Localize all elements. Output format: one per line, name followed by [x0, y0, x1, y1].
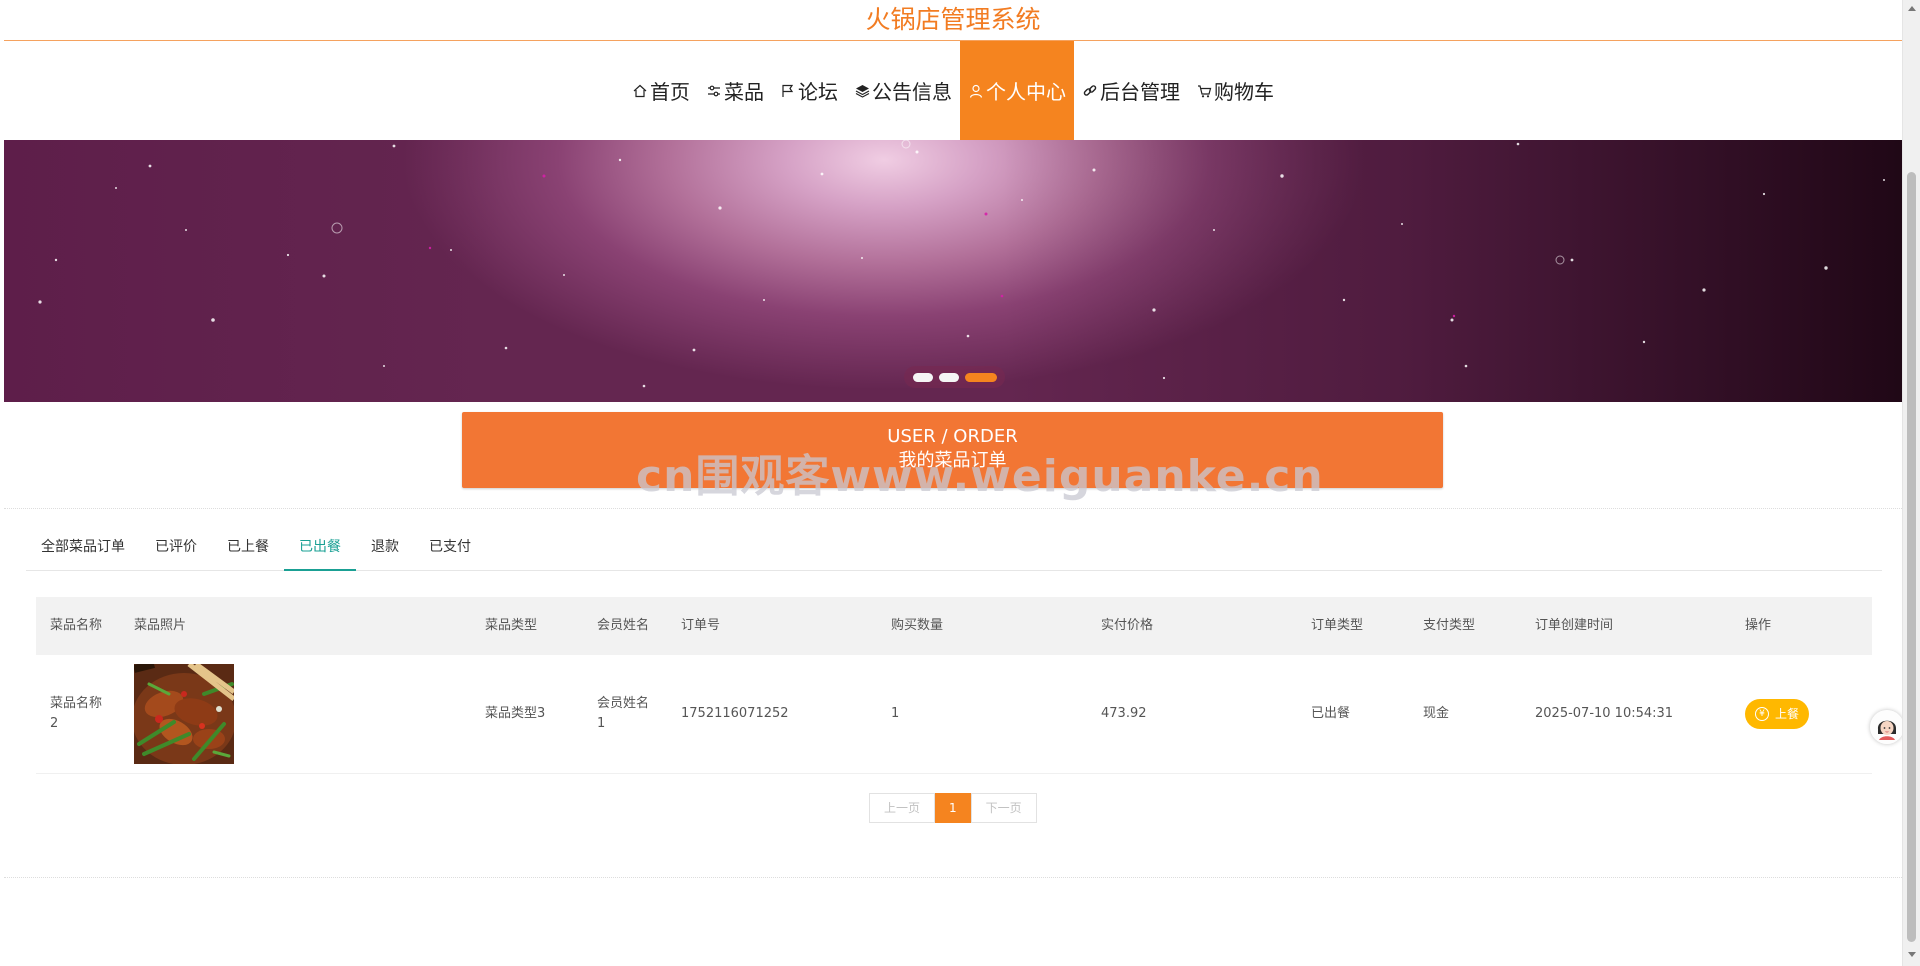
cell-pay-type: 现金: [1409, 655, 1521, 774]
site-watermark: cn围观客www.weiguanke.cn: [636, 451, 1324, 502]
nav-admin-label: 后台管理: [1100, 80, 1180, 104]
tab-served[interactable]: 已上餐: [212, 523, 284, 571]
page: 火锅店管理系统 首页 菜品 论坛 公告信息 个人中心 后台管理 购物车 USER…: [0, 0, 1920, 966]
sliders-icon: [706, 83, 722, 99]
orders-table: 菜品名称 菜品照片 菜品类型 会员姓名 订单号 购买数量 实付价格 订单类型 支…: [36, 597, 1872, 774]
nav-cart-label: 购物车: [1214, 80, 1274, 104]
order-content: 全部菜品订单 已评价 已上餐 已出餐 退款 已支付 菜品名称 菜品照片 菜品类型…: [4, 508, 1902, 878]
layers-icon: [854, 83, 870, 99]
nav-admin[interactable]: 后台管理: [1074, 41, 1188, 140]
scroll-thumb[interactable]: [1907, 172, 1916, 942]
table-row: 菜品名称2 菜品类型3 会员姓名1 1752116071252 1 473.92…: [36, 655, 1872, 774]
col-order-no: 订单号: [667, 597, 877, 655]
col-dish-type: 菜品类型: [471, 597, 583, 655]
tab-reviewed[interactable]: 已评价: [140, 523, 212, 571]
nav-home-label: 首页: [650, 80, 690, 104]
col-pay-type: 支付类型: [1409, 597, 1521, 655]
carousel-indicators: [904, 366, 1005, 388]
home-icon: [632, 83, 648, 99]
serve-button[interactable]: ¥ 上餐: [1745, 698, 1810, 729]
col-actions: 操作: [1731, 597, 1872, 655]
nav-forum-label: 论坛: [798, 80, 838, 104]
tab-refund[interactable]: 退款: [356, 523, 414, 571]
cell-order-type: 已出餐: [1297, 655, 1409, 774]
site-title: 火锅店管理系统: [865, 5, 1041, 34]
nav-cart[interactable]: 购物车: [1188, 41, 1282, 140]
carousel-dot-1[interactable]: [912, 372, 933, 382]
scroll-up-arrow-icon[interactable]: [1908, 6, 1916, 11]
cell-dish-type: 菜品类型3: [471, 655, 583, 774]
nav-user-center-label: 个人中心: [986, 80, 1066, 104]
col-member-name: 会员姓名: [583, 597, 667, 655]
carousel-dot-3[interactable]: [964, 372, 997, 382]
nav-notices[interactable]: 公告信息: [846, 41, 960, 140]
col-price: 实付价格: [1087, 597, 1297, 655]
order-status-tabs: 全部菜品订单 已评价 已上餐 已出餐 退款 已支付: [26, 523, 1882, 571]
user-icon: [968, 83, 984, 99]
cell-price: 473.92: [1087, 655, 1297, 774]
browser-viewport: 火锅店管理系统 首页 菜品 论坛 公告信息 个人中心 后台管理 购物车 USER…: [4, 0, 1902, 960]
flag-icon: [780, 83, 796, 99]
link-icon: [1082, 83, 1098, 99]
page-1-button[interactable]: 1: [935, 793, 971, 823]
nav-user-center[interactable]: 个人中心: [960, 41, 1074, 140]
cell-quantity: 1: [877, 655, 1087, 774]
nav-dishes-label: 菜品: [724, 80, 764, 104]
dish-photo: [134, 663, 234, 764]
chat-avatar-icon[interactable]: [1870, 710, 1902, 744]
tab-all-orders[interactable]: 全部菜品订单: [26, 523, 140, 571]
scroll-down-arrow-icon[interactable]: [1908, 952, 1916, 957]
cell-order-no: 1752116071252: [667, 655, 877, 774]
cell-member-name: 会员姓名1: [583, 655, 667, 774]
next-page-button[interactable]: 下一页: [970, 793, 1037, 823]
yen-icon: ¥: [1755, 706, 1769, 721]
nav-forum[interactable]: 论坛: [772, 41, 846, 140]
col-quantity: 购买数量: [877, 597, 1087, 655]
page-scrollbar[interactable]: [1902, 0, 1920, 966]
nav-dishes[interactable]: 菜品: [698, 41, 772, 140]
col-dish-photo: 菜品照片: [120, 597, 471, 655]
nav-notices-label: 公告信息: [872, 80, 952, 104]
cell-dish-photo: [120, 655, 471, 774]
col-created-time: 订单创建时间: [1521, 597, 1731, 655]
prev-page-button[interactable]: 上一页: [869, 793, 936, 823]
cart-icon: [1196, 83, 1212, 99]
nav-home[interactable]: 首页: [624, 41, 698, 140]
banner-stars: [38, 140, 1885, 388]
pagination: 上一页 1 下一页: [869, 793, 1037, 823]
tab-paid[interactable]: 已支付: [414, 523, 486, 571]
banner-carousel[interactable]: [4, 140, 1902, 402]
main-nav: 首页 菜品 论坛 公告信息 个人中心 后台管理 购物车: [4, 41, 1902, 140]
cell-dish-name: 菜品名称2: [36, 655, 120, 774]
col-dish-name: 菜品名称: [36, 597, 120, 655]
serve-button-label: 上餐: [1775, 706, 1800, 721]
tab-ready[interactable]: 已出餐: [284, 523, 356, 571]
cell-actions: ¥ 上餐: [1731, 655, 1872, 774]
table-header-row: 菜品名称 菜品照片 菜品类型 会员姓名 订单号 购买数量 实付价格 订单类型 支…: [36, 597, 1872, 655]
cell-created-time: 2025-07-10 10:54:31: [1521, 655, 1731, 774]
carousel-dot-2[interactable]: [938, 372, 959, 382]
col-order-type: 订单类型: [1297, 597, 1409, 655]
